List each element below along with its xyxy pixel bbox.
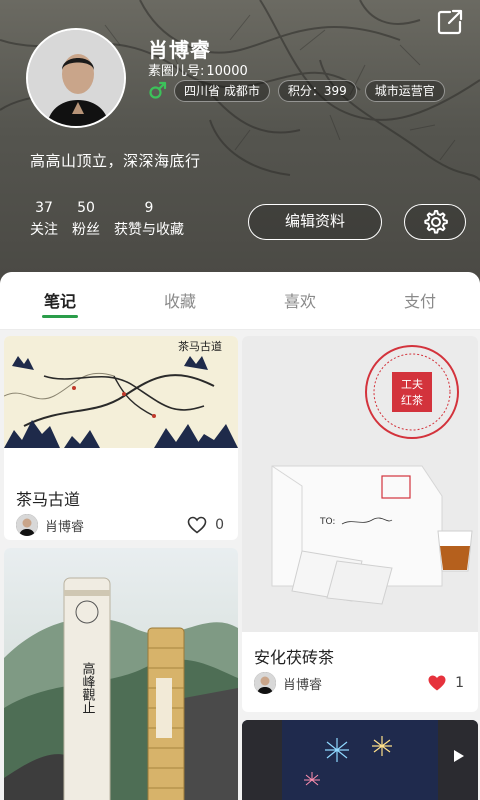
note-title: 安化茯砖茶 — [254, 648, 335, 667]
like-count: 0 — [215, 517, 224, 533]
note-card[interactable]: 工夫 红茶 TO: 安化茯砖茶 肖博睿 1 — [242, 336, 478, 712]
stamp-line-1: 工夫 — [401, 378, 423, 391]
stat-followers-label: 粉丝 — [72, 222, 100, 238]
location-tag: 四川省 成都市 — [174, 80, 270, 102]
author-name: 肖博睿 — [45, 519, 85, 535]
package-text: 高峰觀止 — [80, 661, 96, 714]
like-count: 1 — [455, 675, 464, 691]
like-button[interactable]: 0 — [187, 516, 224, 534]
mountain-tea-photo: 高峰觀止 — [4, 548, 238, 800]
share-button[interactable] — [436, 8, 464, 36]
stat-following-label: 关注 — [30, 222, 58, 238]
share-icon — [437, 9, 463, 35]
profile-bio: 高高山顶立，深深海底行 — [30, 152, 201, 170]
tea-box-photo: 工夫 红茶 TO: — [242, 336, 478, 632]
profile-stats: 37 关注 50 粉丝 9 获赞与收藏 — [30, 200, 198, 239]
note-card[interactable]: 茶马古道 茶马古道 肖博睿 0 — [4, 336, 238, 540]
like-button[interactable]: 1 — [427, 674, 464, 692]
note-title: 茶马古道 — [16, 490, 81, 509]
tea-horse-road-map-image: 茶马古道 — [4, 336, 238, 448]
heart-filled-icon — [428, 675, 446, 691]
stat-likes-count: 9 — [144, 200, 154, 216]
uid-value: 10000 — [206, 64, 248, 79]
stat-followers-count: 50 — [77, 200, 95, 216]
profile-header: 肖博睿 素圈儿号: 10000 四川省 成都市 积分：399 城市运营官 高高山顶… — [0, 0, 480, 290]
settings-button[interactable] — [404, 204, 466, 240]
heart-outline-icon — [187, 516, 207, 534]
author-avatar — [254, 672, 276, 694]
note-card[interactable] — [242, 720, 478, 800]
avatar[interactable] — [26, 28, 126, 128]
profile-tabs: 笔记 收藏 喜欢 支付 — [0, 272, 480, 330]
stat-following-count: 37 — [35, 200, 53, 216]
note-author[interactable]: 肖博睿 — [16, 514, 84, 536]
fireworks-photo — [242, 720, 478, 800]
map-title-text: 茶马古道 — [178, 339, 222, 353]
stat-following[interactable]: 37 关注 — [30, 200, 58, 239]
profile-uid: 素圈儿号: 10000 — [148, 60, 250, 79]
box-label-text: TO: — [319, 517, 335, 527]
role-tag: 城市运营官 — [364, 80, 445, 102]
gear-icon — [424, 210, 448, 234]
stat-followers[interactable]: 50 粉丝 — [72, 200, 100, 239]
author-avatar — [16, 514, 38, 536]
stat-likes-label: 获赞与收藏 — [114, 222, 184, 238]
male-icon — [149, 81, 167, 99]
note-card[interactable]: 高峰觀止 — [4, 548, 238, 800]
uid-label: 素圈儿号: — [148, 64, 205, 79]
tab-collections[interactable]: 收藏 — [120, 272, 240, 329]
profile-name: 肖博睿 — [148, 38, 211, 62]
note-author[interactable]: 肖博睿 — [254, 672, 322, 694]
profile-tags: 四川省 成都市 积分：399 城市运营官 — [174, 80, 445, 102]
notes-panel: 笔记 收藏 喜欢 支付 茶马古道 茶马古道 肖博睿 0 工夫 红茶 TO: 安化… — [0, 272, 480, 800]
avatar-photo — [28, 30, 124, 126]
stamp-line-2: 红茶 — [401, 394, 423, 407]
tab-notes[interactable]: 笔记 — [0, 272, 120, 329]
tab-payment[interactable]: 支付 — [360, 272, 480, 329]
author-name: 肖博睿 — [283, 677, 323, 693]
stat-likes[interactable]: 9 获赞与收藏 — [114, 200, 184, 239]
edit-profile-button[interactable]: 编辑资料 — [248, 204, 382, 240]
points-tag: 积分：399 — [277, 80, 357, 102]
tab-likes[interactable]: 喜欢 — [240, 272, 360, 329]
